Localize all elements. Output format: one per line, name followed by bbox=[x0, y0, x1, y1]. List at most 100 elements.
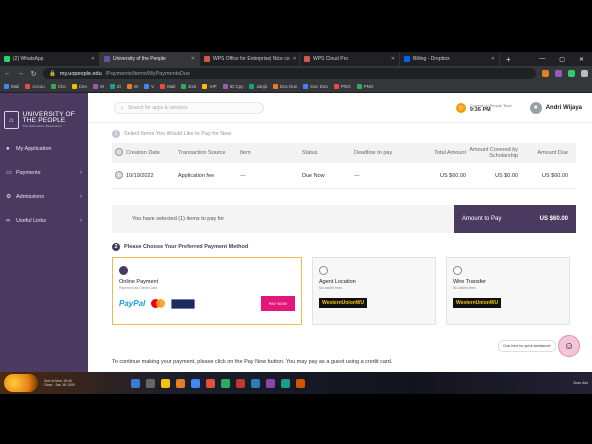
close-icon[interactable]: ✕ bbox=[191, 56, 195, 62]
bookmark-item[interactable]: PNG bbox=[356, 84, 373, 89]
search-input[interactable]: ⌕ Search for apps & services bbox=[114, 101, 264, 114]
minimize-icon[interactable]: — bbox=[539, 56, 545, 63]
bookmark-label: Accou bbox=[32, 84, 45, 89]
time-value: 9:36 PM bbox=[469, 106, 491, 113]
app-icon[interactable] bbox=[235, 378, 245, 388]
windows-start-icon[interactable] bbox=[130, 378, 140, 388]
bookmark-item[interactable]: Mail bbox=[160, 84, 175, 89]
profile-icon[interactable] bbox=[581, 70, 588, 77]
sidebar-item-my-application[interactable]: ● My Application bbox=[0, 137, 88, 161]
system-tray: Scan Ads bbox=[573, 381, 588, 385]
step-number: 2 bbox=[112, 243, 120, 251]
browser-tab[interactable]: WPS Cloud Pro ✕ bbox=[300, 52, 400, 66]
chat-bubble[interactable]: Chat here for quick assistance! bbox=[497, 340, 556, 352]
weather-icon[interactable] bbox=[4, 374, 38, 392]
bookmark-label: Janjit bbox=[256, 84, 267, 89]
maximize-icon[interactable]: ▢ bbox=[559, 56, 565, 63]
new-tab-button[interactable]: + bbox=[506, 55, 511, 64]
sidebar-item-admissions[interactable]: ⚙ Admissions › bbox=[0, 185, 88, 209]
select-all-checkbox[interactable] bbox=[115, 148, 123, 156]
bookmark-item[interactable]: Mail bbox=[4, 84, 19, 89]
extension-icon[interactable] bbox=[542, 70, 549, 77]
chatbot-avatar-icon[interactable]: ☺ bbox=[558, 335, 580, 357]
bookmark-label: Mail bbox=[167, 84, 176, 89]
back-icon[interactable]: ← bbox=[4, 70, 11, 77]
bookmark-label: V bbox=[151, 84, 155, 89]
radio-wire-transfer[interactable] bbox=[453, 266, 462, 275]
payment-option-agent[interactable]: Agent Location No added fees WesternUnio… bbox=[312, 257, 436, 325]
bookmark-item[interactable]: V bbox=[144, 84, 154, 89]
western-union-logo: WesternUnionWU bbox=[319, 298, 368, 308]
close-icon[interactable]: ✕ bbox=[491, 56, 495, 62]
close-icon[interactable]: ✕ bbox=[391, 56, 395, 62]
section-select-items: 1 Select Items You Would Like to Pay for… bbox=[112, 129, 576, 139]
brave-icon[interactable] bbox=[205, 378, 215, 388]
payment-option-online[interactable]: Online Payment Payment via Credit Card P… bbox=[112, 257, 302, 325]
close-icon[interactable]: ✕ bbox=[91, 56, 95, 62]
pay-now-button[interactable]: PAY NOW bbox=[260, 296, 295, 311]
bookmark-item[interactable]: Doc Don bbox=[272, 84, 297, 89]
bookmark-icon bbox=[25, 84, 31, 89]
radio-agent-location[interactable] bbox=[319, 266, 328, 275]
bookmark-item[interactable]: Doc Don bbox=[303, 84, 328, 89]
sidebar: ⌂ UNIVERSITY OF THE PEOPLE The Education… bbox=[0, 93, 88, 372]
app-icon[interactable] bbox=[280, 378, 290, 388]
radio-online-payment[interactable] bbox=[119, 266, 128, 275]
bookmark-label: Cen bbox=[78, 84, 88, 89]
bookmark-label: Mail bbox=[11, 84, 20, 89]
row-checkbox[interactable] bbox=[115, 170, 123, 179]
row-select-cell[interactable] bbox=[112, 170, 126, 181]
bookmark-item[interactable]: PNG bbox=[333, 84, 351, 89]
step-number: 1 bbox=[112, 130, 120, 138]
extension-icon[interactable] bbox=[568, 70, 575, 77]
crest-icon: ⌂ bbox=[4, 111, 19, 129]
user-menu[interactable]: ● Andri Wijaya bbox=[529, 101, 582, 114]
search-icon[interactable] bbox=[145, 378, 155, 388]
app-icon[interactable] bbox=[250, 378, 260, 388]
select-all-cell[interactable] bbox=[112, 148, 126, 158]
browser-tab[interactable]: (2) WhatsApp ✕ bbox=[0, 52, 100, 66]
sidebar-item-payments[interactable]: ▭ Payments › bbox=[0, 161, 88, 185]
amount-to-pay: Amount to Pay US $60.00 bbox=[454, 205, 576, 233]
bookmark-item[interactable]: Accou bbox=[25, 84, 45, 89]
forward-icon[interactable]: → bbox=[17, 70, 24, 77]
bookmark-item[interactable]: Cen bbox=[71, 84, 88, 89]
bookmark-item[interactable]: VIP bbox=[202, 84, 217, 89]
close-icon[interactable]: ✕ bbox=[293, 56, 297, 62]
tray-text[interactable]: Scan Ads bbox=[573, 381, 588, 385]
close-window-icon[interactable]: ✕ bbox=[579, 56, 584, 63]
bookmark-icon bbox=[93, 84, 99, 89]
uopeople-logo[interactable]: ⌂ UNIVERSITY OF THE PEOPLE The Education… bbox=[0, 93, 88, 137]
app-icon[interactable] bbox=[295, 378, 305, 388]
bookmark-item[interactable]: Chc bbox=[50, 84, 66, 89]
payment-method-list: Online Payment Payment via Credit Card P… bbox=[112, 257, 576, 325]
weather-line: Clear · Jan 16 1000 bbox=[44, 383, 75, 387]
sidebar-item-useful-links[interactable]: ∞ Useful Links › bbox=[0, 209, 88, 233]
chat-widget[interactable]: Chat here for quick assistance! ☺ bbox=[497, 335, 580, 357]
table-row[interactable]: 10/19/2022 Application fee --- Due Now --- US… bbox=[112, 163, 576, 189]
bookmark-item[interactable]: ID Cpy bbox=[222, 84, 243, 89]
browser-tab[interactable]: Billing - Dropbox ✕ bbox=[400, 52, 500, 66]
url-host: my.uopeople.edu bbox=[59, 70, 102, 77]
payment-option-wire[interactable]: Wire Transfer No added fees WesternUnion… bbox=[446, 257, 570, 325]
bookmark-icon bbox=[181, 84, 187, 89]
file-explorer-icon[interactable] bbox=[160, 378, 170, 388]
bookmark-item[interactable]: M bbox=[93, 84, 104, 89]
app-icon[interactable] bbox=[220, 378, 230, 388]
browser-tab[interactable]: University of the People ✕ bbox=[100, 52, 200, 66]
chrome-icon[interactable] bbox=[190, 378, 200, 388]
table-cell: Due Now bbox=[302, 172, 325, 179]
bookmark-item[interactable]: ZI bbox=[109, 84, 121, 89]
bookmark-item[interactable]: W bbox=[126, 84, 138, 89]
reload-icon[interactable]: ↻ bbox=[30, 70, 37, 78]
extension-icon[interactable] bbox=[555, 70, 562, 77]
browser-tab[interactable]: WPS Office for Enterprise| Nice co ✕ bbox=[200, 52, 300, 66]
tab-title: WPS Cloud Pro bbox=[313, 56, 349, 62]
app-icon[interactable] bbox=[265, 378, 275, 388]
url-field[interactable]: 🔒 my.uopeople.edu/Payments/Items/MyPayme… bbox=[43, 68, 536, 79]
bookmark-icon bbox=[160, 84, 166, 89]
bookmark-item[interactable]: Extr bbox=[181, 84, 196, 89]
bookmark-item[interactable]: Janjit bbox=[249, 84, 267, 89]
firefox-icon[interactable] bbox=[175, 378, 185, 388]
chevron-right-icon: › bbox=[80, 218, 82, 224]
